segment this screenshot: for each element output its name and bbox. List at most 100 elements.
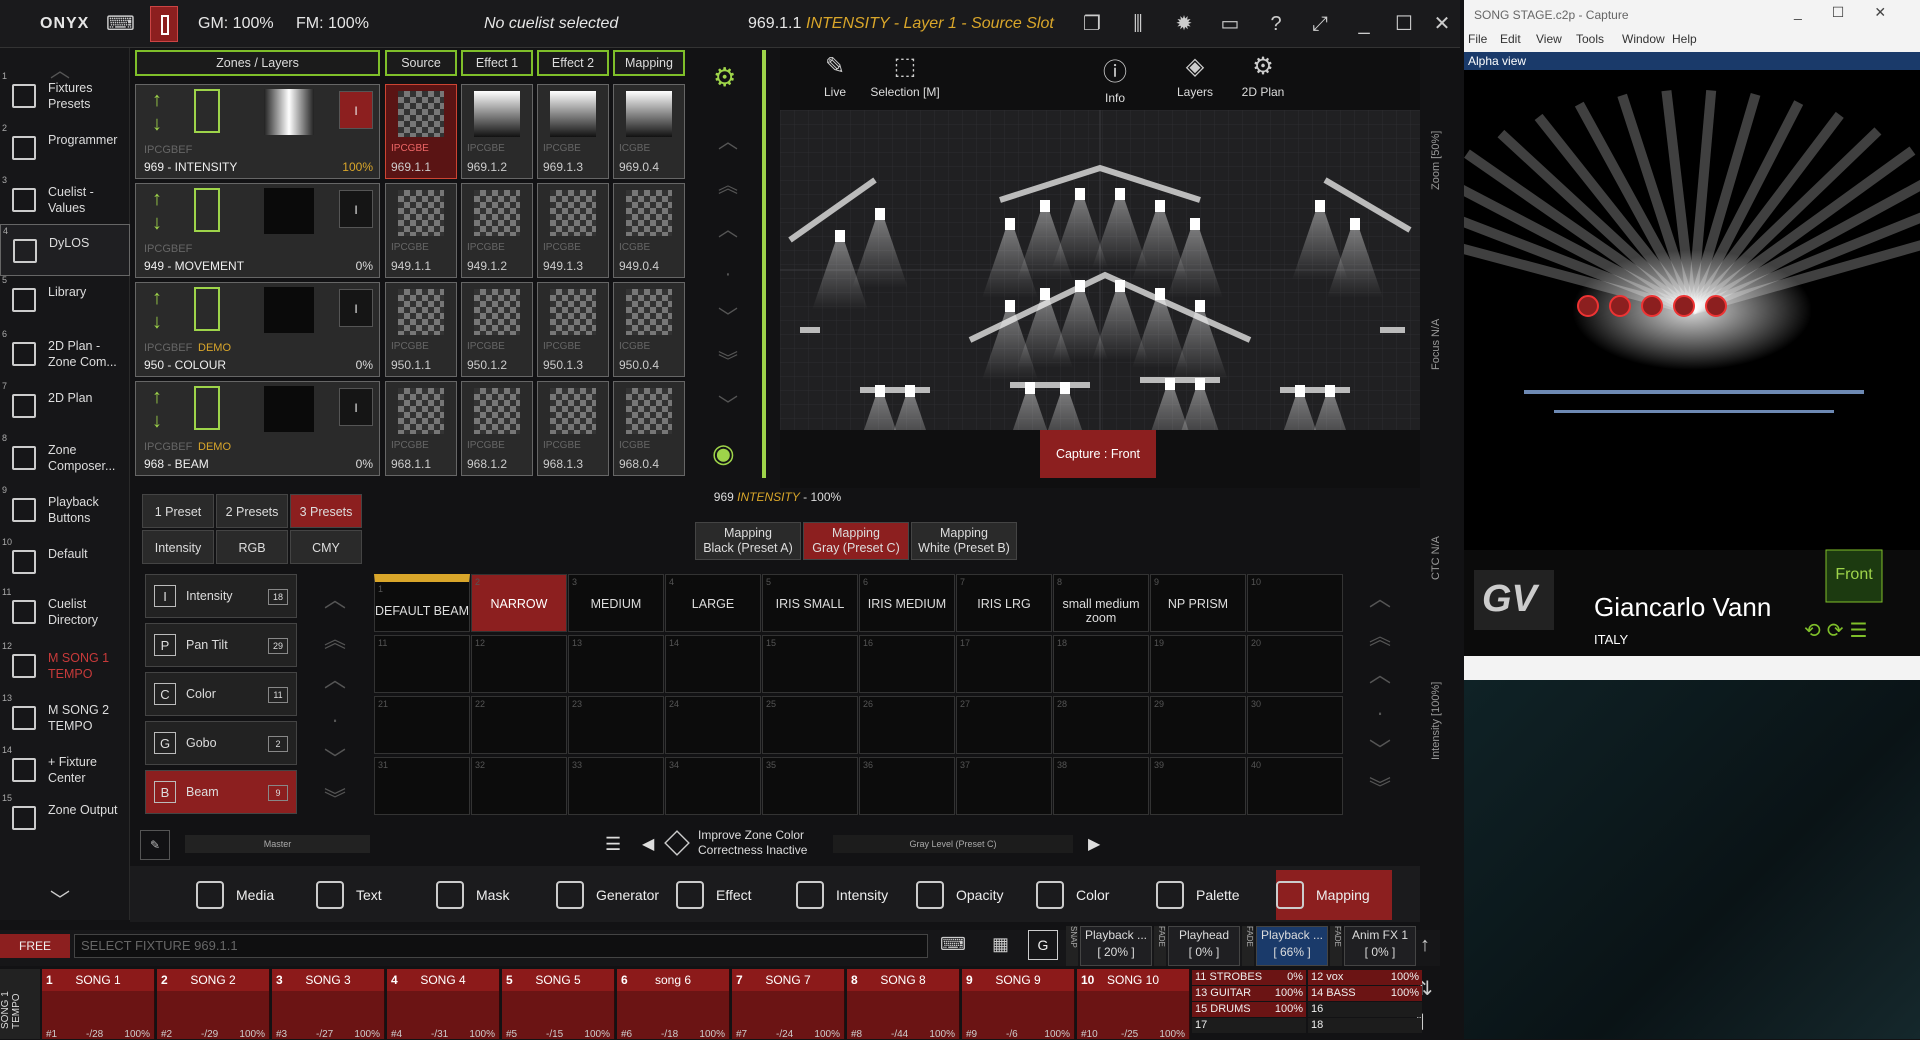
keyboard-icon[interactable]: ⌨ bbox=[106, 10, 135, 38]
layer-slot[interactable]: IPCGBE 969.1.1 bbox=[385, 84, 457, 179]
diamond-icon[interactable] bbox=[664, 830, 690, 856]
preset-cell[interactable]: 3 MEDIUM bbox=[568, 574, 664, 632]
preset-cell[interactable]: 26 bbox=[859, 696, 955, 754]
preset-cell[interactable]: 34 bbox=[665, 757, 761, 815]
sidebar-item[interactable]: 4 DyLOS bbox=[0, 224, 130, 276]
preset-count-tab[interactable]: 2 Presets bbox=[216, 494, 288, 528]
fader[interactable]: Playback ... [ 20% ] bbox=[1080, 926, 1152, 966]
playback-button[interactable]: 5 SONG 5 #5 -/15 100% bbox=[502, 969, 615, 1040]
fader[interactable]: Anim FX 1 [ 0% ] bbox=[1344, 926, 1416, 966]
preview-tool[interactable]: ⬚ Selection [M] bbox=[870, 52, 940, 99]
menu-item[interactable]: Tools bbox=[1576, 32, 1604, 46]
column-header[interactable]: Effect 2 bbox=[537, 50, 609, 76]
playback-button[interactable]: 2 SONG 2 #2 -/29 100% bbox=[157, 969, 270, 1040]
gm-level[interactable]: GM: 100% bbox=[198, 15, 274, 33]
preset-cell[interactable]: 10 bbox=[1247, 574, 1343, 632]
mini-playback[interactable]: 12 vox 100% bbox=[1308, 970, 1422, 985]
intensity-button[interactable]: I bbox=[339, 190, 373, 228]
preset-cell[interactable]: 39 bbox=[1150, 757, 1246, 815]
playback-button[interactable]: 10 SONG 10 #10 -/25 100% bbox=[1077, 969, 1190, 1040]
preview-tool[interactable]: ⓘ Info bbox=[1080, 52, 1150, 105]
preset-cell[interactable]: 25 bbox=[762, 696, 858, 754]
attribute-item[interactable]: G Gobo 2 bbox=[145, 721, 297, 765]
message-icon[interactable]: ▭ bbox=[1216, 10, 1244, 38]
layer-slot[interactable]: IPCGBE 950.1.3 bbox=[537, 282, 609, 377]
faders-icon[interactable]: ⫼ bbox=[1124, 10, 1152, 38]
mode-tab[interactable]: Intensity bbox=[142, 530, 214, 564]
intensity-button[interactable]: I bbox=[339, 388, 373, 426]
preset-cell[interactable]: 1 DEFAULT BEAM bbox=[374, 574, 470, 632]
layer-slot[interactable]: IPCGBE 949.1.2 bbox=[461, 183, 533, 278]
preset-cell[interactable]: 24 bbox=[665, 696, 761, 754]
fader[interactable]: Playback ... [ 66% ] bbox=[1256, 926, 1328, 966]
arrow-up-icon[interactable]: ↑ bbox=[152, 188, 162, 211]
mapping-tab[interactable]: Mapping White (Preset B) bbox=[911, 522, 1017, 560]
broom-icon[interactable] bbox=[194, 386, 220, 430]
column-header[interactable]: Zones / Layers bbox=[135, 50, 380, 76]
broom-icon[interactable] bbox=[194, 188, 220, 232]
sidebar-item[interactable]: 2 Programmer bbox=[0, 122, 130, 174]
preset-cell[interactable]: 11 bbox=[374, 635, 470, 693]
mini-playback[interactable]: 16 bbox=[1308, 1002, 1422, 1017]
menu-item[interactable]: File bbox=[1468, 32, 1487, 46]
maximize-icon[interactable]: ☐ bbox=[1390, 10, 1418, 38]
scroll-controls[interactable]: ︿ ︽ ︿ · ﹀ ︾ ﹀ bbox=[716, 120, 740, 428]
layer-slot[interactable]: IPCGBE 968.1.2 bbox=[461, 381, 533, 476]
help-icon[interactable]: ? bbox=[1262, 10, 1290, 38]
preset-cell[interactable]: 6 IRIS MEDIUM bbox=[859, 574, 955, 632]
tool-intensity[interactable]: Intensity bbox=[796, 870, 912, 920]
layer-slot[interactable]: ICGBE 950.0.4 bbox=[613, 282, 685, 377]
preview-tool[interactable]: ✎ Live bbox=[800, 52, 870, 99]
preset-cell[interactable]: 12 bbox=[471, 635, 567, 693]
zone-row[interactable]: ↑ ↓ I IPCGBEF 949 - MOVEMENT 0% bbox=[135, 183, 380, 278]
attribute-item[interactable]: C Color 11 bbox=[145, 672, 297, 716]
menu-item[interactable]: View bbox=[1536, 32, 1562, 46]
arrow-down-icon[interactable]: ↓ bbox=[152, 212, 162, 235]
playback-button[interactable]: 6 song 6 #6 -/18 100% bbox=[617, 969, 730, 1040]
layer-slot[interactable]: ICGBE 968.0.4 bbox=[613, 381, 685, 476]
grid-icon[interactable]: ▦ bbox=[992, 934, 1009, 955]
sidebar-item[interactable]: 10 Default bbox=[0, 536, 130, 588]
column-header[interactable]: Effect 1 bbox=[461, 50, 533, 76]
sidebar-item[interactable]: 8 Zone Composer... bbox=[0, 432, 130, 484]
fader-mode[interactable]: FADE bbox=[1330, 926, 1342, 966]
preset-cell[interactable]: 31 bbox=[374, 757, 470, 815]
tool-generator[interactable]: Generator bbox=[556, 870, 672, 920]
mini-playback[interactable]: 11 STROBES 0% bbox=[1192, 970, 1306, 985]
layer-slot[interactable]: IPCGBE 949.1.1 bbox=[385, 183, 457, 278]
preview-tool[interactable]: ◈ Layers bbox=[1160, 52, 1230, 99]
windows-icon[interactable]: ❐ bbox=[1078, 10, 1106, 38]
sidebar-item[interactable]: 15 Zone Output bbox=[0, 792, 130, 844]
sidebar-item[interactable]: 11 Cuelist Directory bbox=[0, 586, 130, 638]
mini-playback[interactable]: 17 bbox=[1192, 1018, 1306, 1033]
layer-slot[interactable]: IPCGBE 969.1.2 bbox=[461, 84, 533, 179]
preset-cell[interactable]: 16 bbox=[859, 635, 955, 693]
layer-slot[interactable]: ICGBE 949.0.4 bbox=[613, 183, 685, 278]
window-controls[interactable]: _☐✕ bbox=[1794, 4, 1914, 21]
arrow-down-icon[interactable]: ↓ bbox=[152, 311, 162, 334]
arrow-up-icon[interactable]: ↑ bbox=[152, 287, 162, 310]
playback-button[interactable]: 1 SONG 1 #1 -/28 100% bbox=[42, 969, 155, 1040]
preset-cell[interactable]: 4 LARGE bbox=[665, 574, 761, 632]
attr-scroll[interactable]: ︿ ︽ ︿ · ﹀ ︾ bbox=[310, 580, 360, 820]
g-button[interactable]: G bbox=[1028, 930, 1058, 960]
keypad-icon[interactable]: ⌨ bbox=[940, 934, 966, 955]
scroll-down-icon[interactable]: ﹀ bbox=[50, 884, 70, 913]
broom-icon[interactable] bbox=[194, 89, 220, 133]
tool-opacity[interactable]: Opacity bbox=[916, 870, 1032, 920]
mini-playback[interactable]: 18 bbox=[1308, 1018, 1422, 1033]
attribute-item[interactable]: I Intensity 18 bbox=[145, 574, 297, 618]
column-header[interactable]: Source bbox=[385, 50, 457, 76]
list-icon[interactable]: ☰ bbox=[605, 834, 621, 855]
preset-cell[interactable]: 38 bbox=[1053, 757, 1149, 815]
mini-playback[interactable]: 13 GUITAR 100% bbox=[1192, 986, 1306, 1001]
layer-slot[interactable]: IPCGBE 950.1.2 bbox=[461, 282, 533, 377]
preset-cell[interactable]: 36 bbox=[859, 757, 955, 815]
tool-mask[interactable]: Mask bbox=[436, 870, 552, 920]
mode-tab[interactable]: RGB bbox=[216, 530, 288, 564]
prev-icon[interactable]: ◀ bbox=[642, 834, 654, 854]
preset-cell[interactable]: 2 NARROW bbox=[471, 574, 567, 632]
preview-tool[interactable]: ⚙ 2D Plan bbox=[1228, 52, 1298, 99]
fader-mode[interactable]: SNAP bbox=[1066, 926, 1078, 966]
tool-palette[interactable]: Palette bbox=[1156, 870, 1272, 920]
